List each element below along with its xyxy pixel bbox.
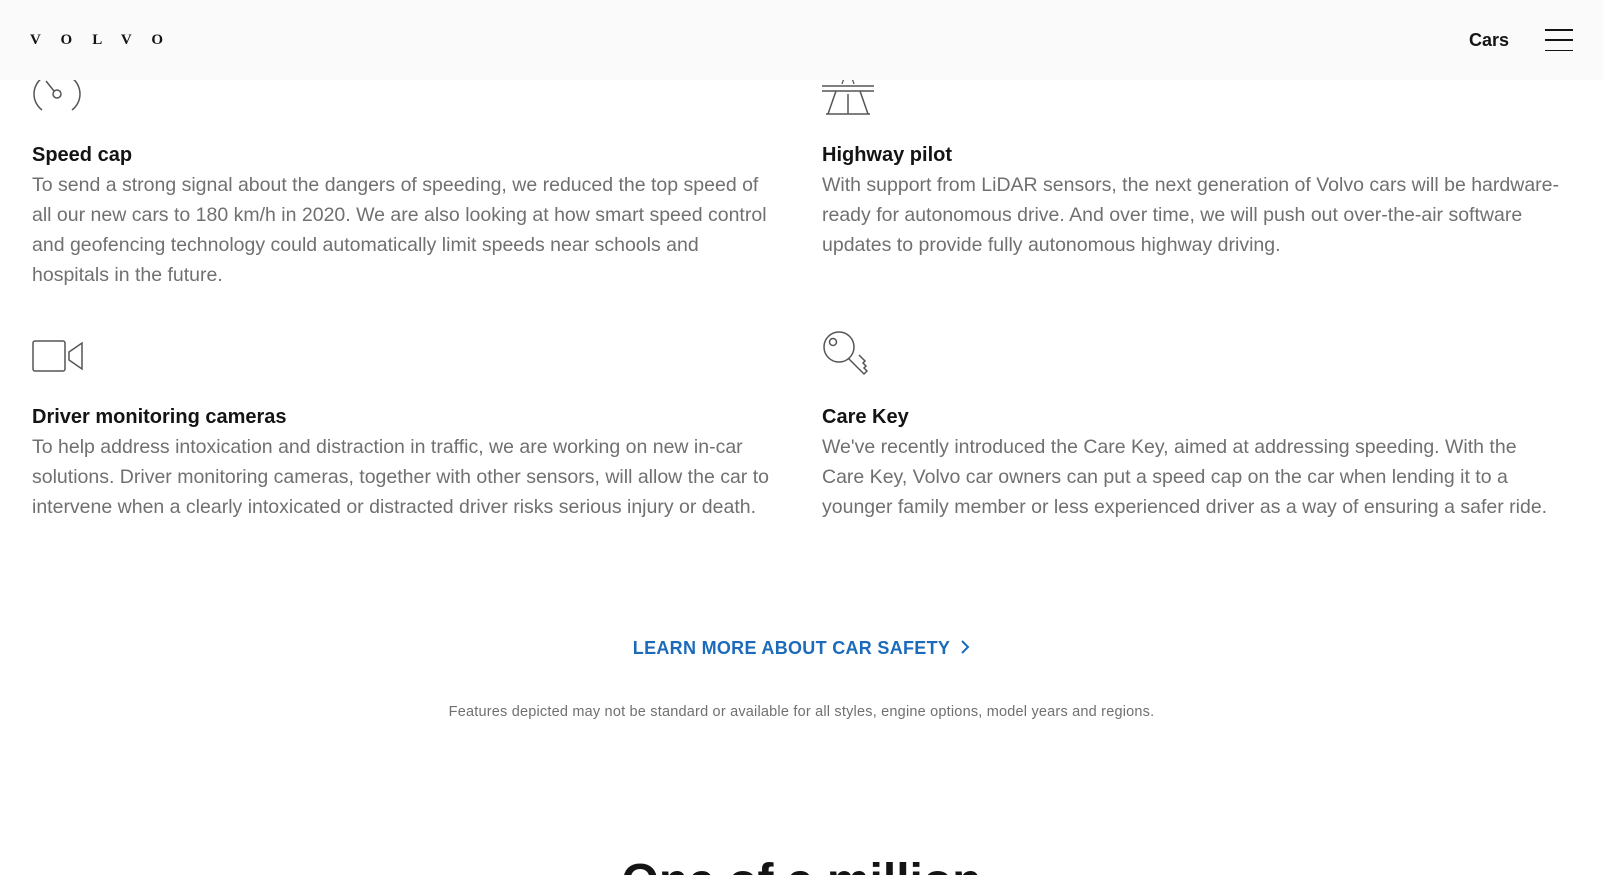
feature-body: To help address intoxication and distrac… [32,436,769,518]
chevron-right-icon [960,638,970,659]
feature-title: Speed cap [32,144,133,166]
volvo-logo[interactable]: VOLVO [30,32,183,49]
hamburger-menu-icon[interactable] [1545,29,1573,51]
camera-icon [32,338,84,379]
feature-body: To send a strong signal about the danger… [32,174,767,286]
learn-more-car-safety-link[interactable]: LEARN MORE ABOUT CAR SAFETY [633,638,970,659]
disclaimer-text: Features depicted may not be standard or… [448,704,1155,720]
feature-title: Care Key [822,406,909,428]
feature-body: We've recently introduced the Care Key, … [822,436,1548,518]
page: Speed cap To send a strong signal about … [0,0,1603,875]
site-header: VOLVO Cars [0,0,1603,80]
feature-body: With support from LiDAR sensors, the nex… [822,174,1560,256]
cta-label: LEARN MORE ABOUT CAR SAFETY [632,638,951,658]
key-icon [822,330,870,383]
header-nav: Cars [1469,29,1573,51]
features-section: Speed cap To send a strong signal about … [32,0,1572,560]
feature-title: Driver monitoring cameras [32,406,287,428]
cta-container: LEARN MORE ABOUT CAR SAFETY [0,638,1603,659]
section-heading: One of a million [0,852,1603,875]
feature-title: Highway pilot [822,144,952,166]
highway-icon [822,76,874,121]
nav-cars-link[interactable]: Cars [1469,30,1509,51]
